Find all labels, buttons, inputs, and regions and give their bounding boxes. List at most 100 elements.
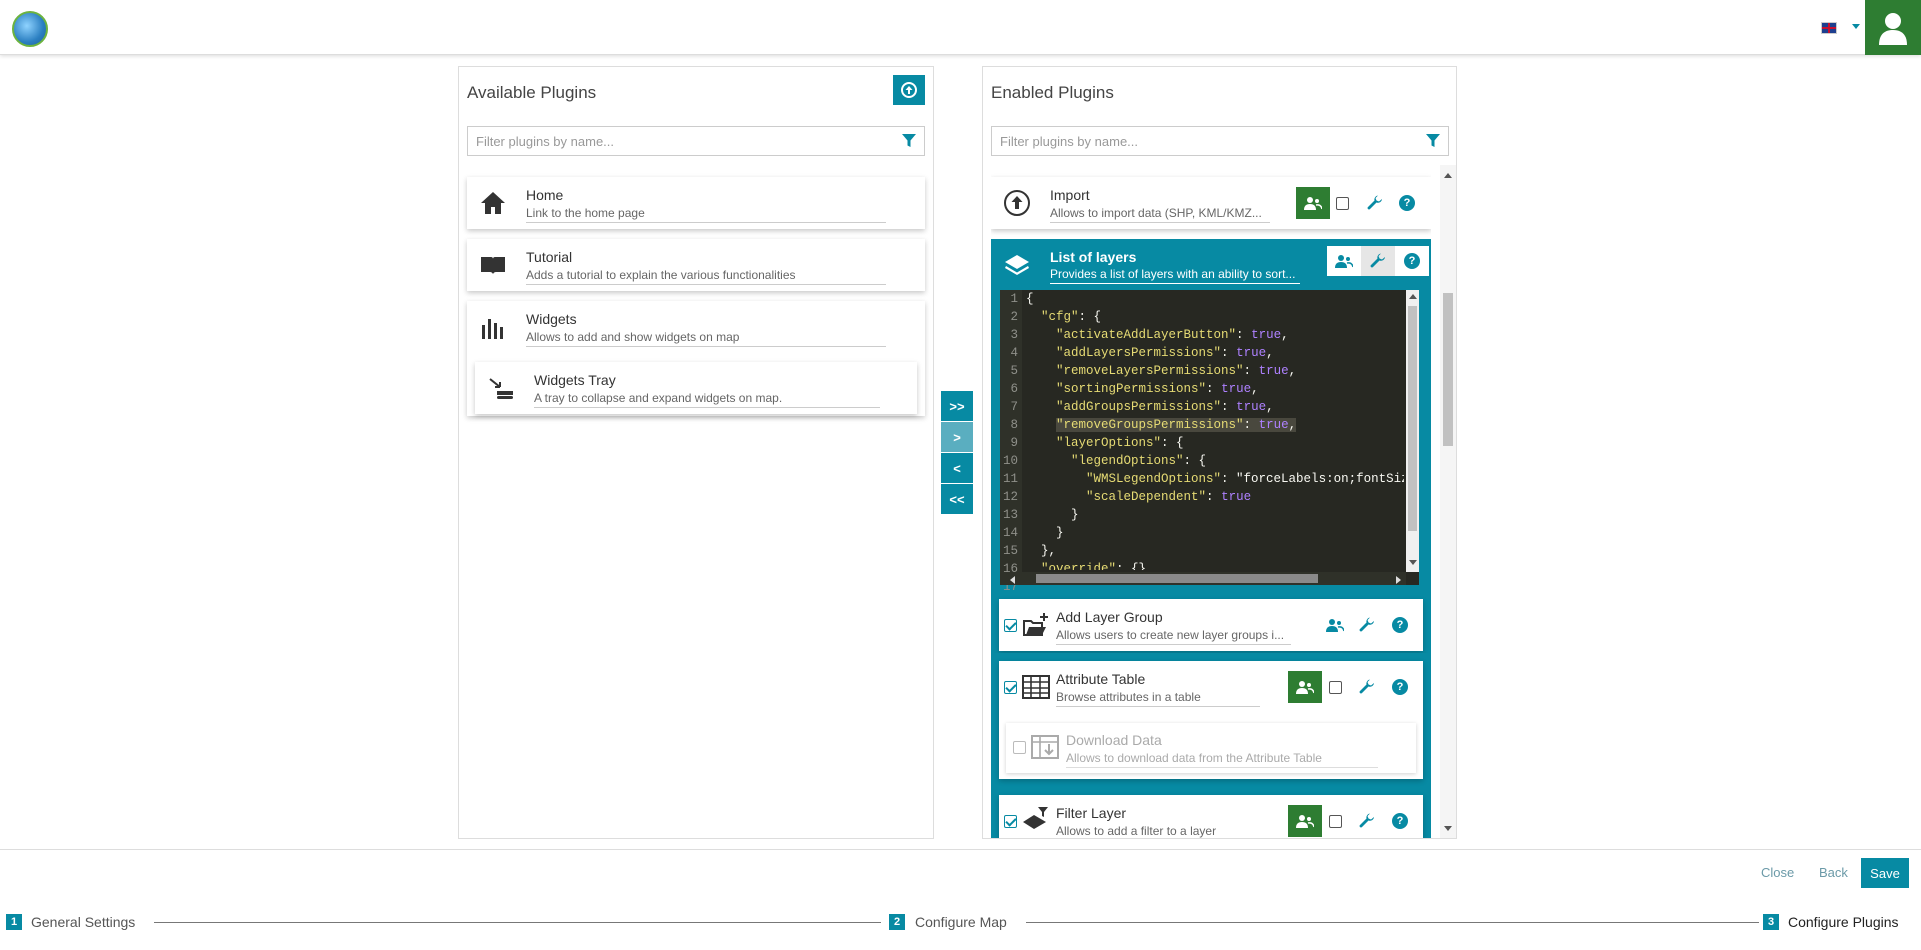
scroll-up-icon[interactable] (1409, 294, 1417, 299)
step-configure-plugins[interactable]: Configure Plugins (1788, 914, 1899, 930)
plugin-title: Filter Layer (1056, 805, 1127, 821)
plugin-title: Attribute Table (1056, 671, 1146, 687)
globe-logo-icon[interactable] (12, 11, 48, 47)
editor-code[interactable]: { "cfg": { "activateAddLayerButton": tru… (1026, 290, 1404, 570)
upload-icon (901, 82, 917, 98)
available-plugins-title: Available Plugins (467, 83, 597, 102)
save-button[interactable]: Save (1861, 858, 1909, 888)
plugin-title: Home (526, 187, 564, 203)
plugin-card-add-layer-group[interactable]: Add Layer Group Allows users to create n… (999, 599, 1423, 651)
enable-checkbox[interactable] (1004, 619, 1017, 632)
plugin-card-widgets-tray[interactable]: Widgets Tray A tray to collapse and expa… (475, 362, 917, 414)
enable-checkbox[interactable] (1004, 815, 1017, 828)
code-line[interactable]: "activateAddLayerButton": true, (1026, 326, 1404, 344)
step-configure-map[interactable]: Configure Map (915, 914, 1007, 930)
permissions-button[interactable] (1327, 246, 1361, 276)
enabled-list-scroll-thumb[interactable] (1443, 293, 1453, 446)
footer-divider (0, 849, 1921, 850)
plugin-desc: Allows to add a filter to a layer (1056, 824, 1260, 838)
code-line[interactable]: "legendOptions": { (1026, 452, 1404, 470)
plugin-card-home[interactable]: Home Link to the home page (467, 177, 925, 229)
json-config-editor[interactable]: 1 2 3 4 5 6 7 8 9 10 11 12 13 14 15 16 17 { "cfg": { "ac… (1000, 290, 1419, 594)
code-line[interactable]: "removeGroupsPermissions": true, (1026, 416, 1404, 434)
enable-checkbox[interactable] (1336, 197, 1349, 210)
editor-hscroll-thumb[interactable] (1036, 574, 1318, 583)
users-icon (1326, 619, 1344, 632)
editor-vertical-scrollbar[interactable] (1406, 290, 1419, 572)
code-line[interactable]: "scaleDependent": true (1026, 488, 1404, 506)
plugin-card-tutorial[interactable]: Tutorial Adds a tutorial to explain the … (467, 239, 925, 291)
scroll-left-icon[interactable] (1010, 576, 1015, 584)
funnel-icon[interactable] (1426, 134, 1440, 148)
code-line[interactable]: "addLayersPermissions": true, (1026, 344, 1404, 362)
available-filter-input[interactable]: Filter plugins by name... (467, 126, 925, 156)
line-number: 13 (1002, 508, 1018, 522)
plugin-desc: Allows to download data from the Attribu… (1066, 751, 1378, 768)
code-line[interactable]: "override": {} (1026, 560, 1404, 570)
code-line[interactable]: "WMSLegendOptions": "forceLabels:on;font… (1026, 470, 1404, 488)
move-all-left-button[interactable]: << (941, 484, 973, 514)
plugin-title: Download Data (1066, 732, 1162, 748)
code-line[interactable]: "addGroupsPermissions": true, (1026, 398, 1404, 416)
users-icon (1296, 681, 1314, 694)
customize-checkbox[interactable] (1329, 681, 1342, 694)
help-button[interactable]: ? (1389, 614, 1411, 636)
upload-circle-icon (1004, 190, 1030, 216)
configure-button[interactable] (1356, 810, 1378, 832)
plugin-desc: Provides a list of layers with an abilit… (1050, 267, 1300, 284)
move-all-right-button[interactable]: >> (941, 391, 973, 421)
plugin-card-download-data[interactable]: Download Data Allows to download data fr… (1006, 723, 1416, 773)
plugin-desc: Allows to add and show widgets on map (526, 330, 886, 347)
plugin-title: Tutorial (526, 249, 573, 265)
scroll-down-icon[interactable] (1444, 826, 1452, 831)
help-button[interactable]: ? (1396, 192, 1418, 214)
permissions-button[interactable] (1288, 805, 1322, 837)
scroll-up-icon[interactable] (1444, 173, 1452, 178)
code-line[interactable]: } (1026, 524, 1404, 542)
upload-plugin-button[interactable] (893, 75, 925, 105)
configure-button[interactable] (1356, 676, 1378, 698)
en-gb-flag-icon[interactable] (1821, 22, 1837, 34)
enable-checkbox[interactable] (1013, 741, 1026, 754)
plugin-card-attribute-table[interactable]: Attribute Table Browse attributes in a t… (999, 661, 1423, 779)
plugin-card-filter-layer[interactable]: Filter Layer Allows to add a filter to a… (999, 795, 1423, 838)
code-line[interactable]: "cfg": { (1026, 308, 1404, 326)
code-line[interactable]: "removeLayersPermissions": true, (1026, 362, 1404, 380)
chevron-down-icon[interactable] (1852, 24, 1860, 29)
code-line[interactable]: }, (1026, 542, 1404, 560)
step-general-settings[interactable]: General Settings (31, 914, 135, 930)
permissions-button[interactable] (1324, 614, 1346, 636)
enabled-filter-input[interactable]: Filter plugins by name... (991, 126, 1449, 156)
customize-checkbox[interactable] (1329, 815, 1342, 828)
move-right-button[interactable]: > (941, 422, 973, 452)
back-button[interactable]: Back (1819, 865, 1848, 880)
funnel-icon[interactable] (902, 134, 916, 148)
configure-button[interactable] (1361, 246, 1395, 276)
code-line[interactable]: } (1026, 506, 1404, 524)
code-line[interactable]: "sortingPermissions": true, (1026, 380, 1404, 398)
move-left-button[interactable]: < (941, 453, 973, 483)
code-line[interactable]: "layerOptions": { (1026, 434, 1404, 452)
permissions-button[interactable] (1288, 671, 1322, 703)
close-button[interactable]: Close (1761, 865, 1794, 880)
help-button[interactable]: ? (1395, 246, 1429, 276)
enabled-list-scrollbar[interactable] (1440, 165, 1456, 838)
plugin-title: Import (1050, 187, 1090, 203)
editor-horizontal-scrollbar[interactable] (1000, 572, 1406, 585)
help-icon: ? (1392, 679, 1408, 695)
editor-vscroll-thumb[interactable] (1408, 306, 1417, 531)
enable-checkbox[interactable] (1004, 681, 1017, 694)
scroll-right-icon[interactable] (1396, 576, 1401, 584)
enabled-filter-placeholder: Filter plugins by name... (1000, 134, 1139, 149)
help-button[interactable]: ? (1389, 676, 1411, 698)
help-button[interactable]: ? (1389, 810, 1411, 832)
plugin-card-import[interactable]: Import Allows to import data (SHP, KML/K… (991, 177, 1431, 229)
help-icon: ? (1392, 617, 1408, 633)
permissions-button[interactable] (1296, 187, 1330, 219)
configure-button[interactable] (1364, 192, 1386, 214)
code-line[interactable]: { (1026, 290, 1404, 308)
configure-button[interactable] (1356, 614, 1378, 636)
plugin-desc: Allows users to create new layer groups … (1056, 628, 1291, 645)
scroll-down-icon[interactable] (1409, 560, 1417, 565)
user-menu-button[interactable] (1865, 0, 1921, 55)
